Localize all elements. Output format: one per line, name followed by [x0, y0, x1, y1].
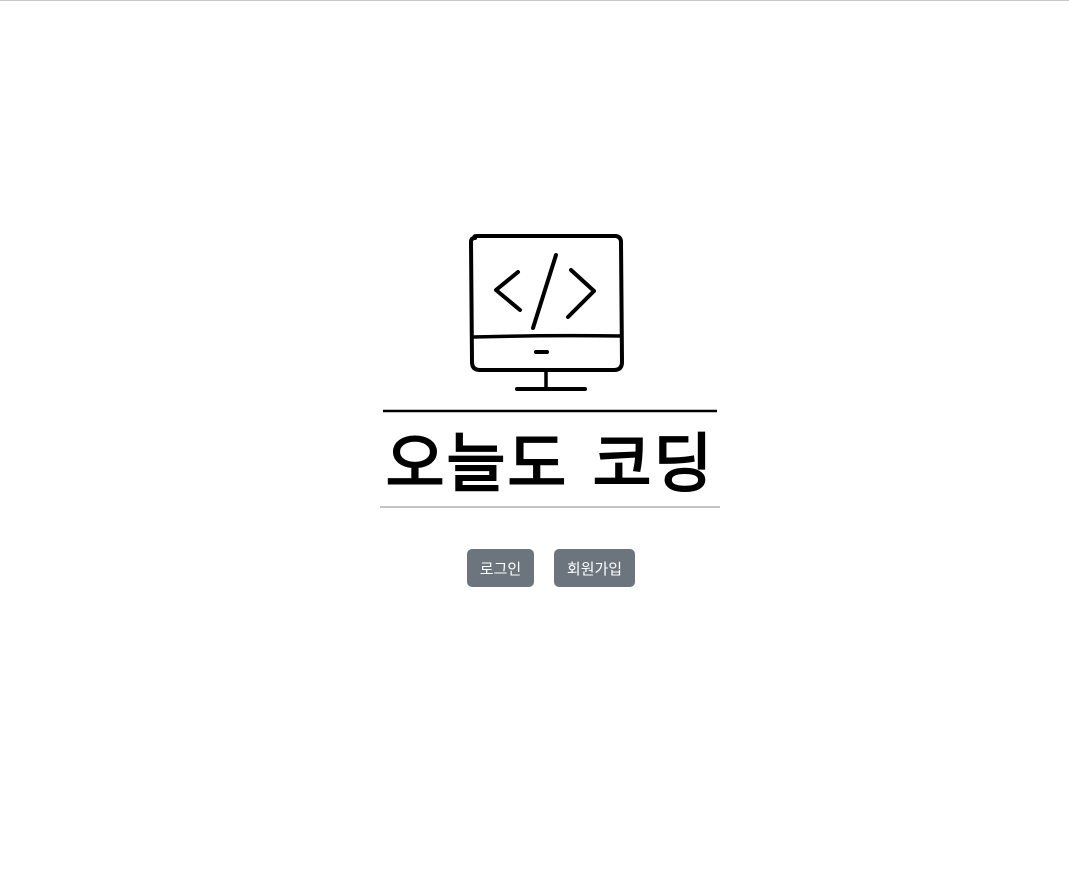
login-button[interactable]: 로그인 [467, 549, 534, 587]
signup-button[interactable]: 회원가입 [554, 549, 635, 587]
landing-page: 오늘도 코딩 로그인 회원가입 [0, 0, 1069, 869]
auth-actions: 로그인 회원가입 [467, 549, 635, 587]
app-title: 오늘도 코딩 [385, 428, 715, 502]
